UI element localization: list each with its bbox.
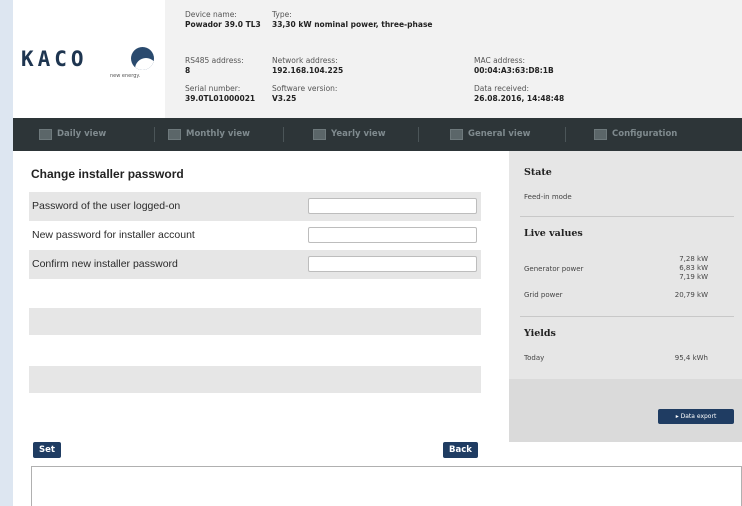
grid-power-value: 20,79 kW xyxy=(674,291,708,299)
network-field: Network address: 192.168.104.225 xyxy=(272,56,343,76)
nav-separator xyxy=(565,127,566,142)
message-output-area xyxy=(31,466,742,506)
logo-mark-icon xyxy=(131,47,154,70)
software-label: Software version: xyxy=(272,84,338,93)
rs485-value: 8 xyxy=(185,66,191,75)
nav-monthly-label: Monthly view xyxy=(186,129,250,139)
serial-label: Serial number: xyxy=(185,84,241,93)
received-value: 26.08.2016, 14:48:48 xyxy=(474,94,565,103)
nav-daily-label: Daily view xyxy=(57,129,107,139)
generator-power-label: Generator power xyxy=(524,265,584,273)
nav-configuration-label: Configuration xyxy=(612,129,678,139)
nav-general-label: General view xyxy=(468,129,531,139)
received-field: Data received: 26.08.2016, 14:48:48 xyxy=(474,84,564,104)
confirm-password-input[interactable] xyxy=(308,256,477,272)
received-label: Data received: xyxy=(474,84,529,93)
generator-power-value-1: 7,28 kW xyxy=(679,255,708,263)
chart-icon xyxy=(39,129,52,140)
yield-today-value: 95,4 kWh xyxy=(674,354,708,362)
nav-daily-view[interactable]: Daily view xyxy=(39,118,106,151)
device-name-value: Powador 39.0 TL3 xyxy=(185,20,261,29)
new-password-label: New password for installer account xyxy=(32,229,195,241)
live-values-heading: Live values xyxy=(524,228,583,239)
logo: KACO new energy. xyxy=(13,0,165,118)
mac-label: MAC address: xyxy=(474,56,526,65)
logo-tagline: new energy. xyxy=(110,73,141,79)
type-label: Type: xyxy=(272,10,292,19)
empty-row xyxy=(29,308,481,335)
nav-yearly-label: Yearly view xyxy=(331,129,386,139)
software-field: Software version: V3.25 xyxy=(272,84,337,104)
yields-heading: Yields xyxy=(524,328,556,339)
software-value: V3.25 xyxy=(272,94,297,103)
type-field: Type: 33,30 kW nominal power, three-phas… xyxy=(272,10,433,30)
left-margin-strip xyxy=(0,0,13,506)
rs485-field: RS485 address: 8 xyxy=(185,56,244,76)
divider xyxy=(520,316,734,317)
form-row-new-password: New password for installer account xyxy=(29,221,481,250)
data-export-button[interactable]: ▸ Data export xyxy=(658,409,734,424)
nav-separator xyxy=(283,127,284,142)
state-heading: State xyxy=(524,167,552,178)
form-row-current-password: Password of the user logged-on xyxy=(29,192,481,221)
grid-power-label: Grid power xyxy=(524,291,563,299)
wrench-icon xyxy=(594,129,607,140)
network-value: 192.168.104.225 xyxy=(272,66,344,75)
nav-general-view[interactable]: General view xyxy=(450,118,530,151)
logo-text: KACO xyxy=(21,47,88,71)
mac-value: 00:04:A3:63:D8:1B xyxy=(474,66,554,75)
page-title: Change installer password xyxy=(31,167,184,181)
calendar-icon xyxy=(168,129,181,140)
nav-separator xyxy=(418,127,419,142)
current-password-label: Password of the user logged-on xyxy=(32,200,181,212)
empty-row xyxy=(29,366,481,393)
nav-separator xyxy=(154,127,155,142)
overview-icon xyxy=(450,129,463,140)
serial-value: 39.0TL01000021 xyxy=(185,94,256,103)
nav-configuration[interactable]: Configuration xyxy=(594,118,677,151)
device-name-field: Device name: Powador 39.0 TL3 xyxy=(185,10,261,30)
new-password-input[interactable] xyxy=(308,227,477,243)
nav-monthly-view[interactable]: Monthly view xyxy=(168,118,250,151)
main-nav: Daily view Monthly view Yearly view Gene… xyxy=(13,118,742,151)
type-value: 33,30 kW nominal power, three-phase xyxy=(272,20,433,29)
header: KACO new energy. Device name: Powador 39… xyxy=(13,0,742,118)
nav-yearly-view[interactable]: Yearly view xyxy=(313,118,386,151)
state-value: Feed-in mode xyxy=(524,193,572,201)
back-button[interactable]: Back xyxy=(443,442,478,458)
divider xyxy=(520,216,734,217)
yield-today-label: Today xyxy=(524,354,545,362)
generator-power-value-2: 6,83 kW xyxy=(679,264,708,272)
form-row-confirm-password: Confirm new installer password xyxy=(29,250,481,279)
network-label: Network address: xyxy=(272,56,338,65)
confirm-password-label: Confirm new installer password xyxy=(32,258,178,270)
mac-field: MAC address: 00:04:A3:63:D8:1B xyxy=(474,56,554,76)
serial-field: Serial number: 39.0TL01000021 xyxy=(185,84,255,104)
chart-icon xyxy=(313,129,326,140)
rs485-label: RS485 address: xyxy=(185,56,244,65)
device-name-label: Device name: xyxy=(185,10,237,19)
generator-power-value-3: 7,19 kW xyxy=(679,273,708,281)
set-button[interactable]: Set xyxy=(33,442,61,458)
current-password-input[interactable] xyxy=(308,198,477,214)
